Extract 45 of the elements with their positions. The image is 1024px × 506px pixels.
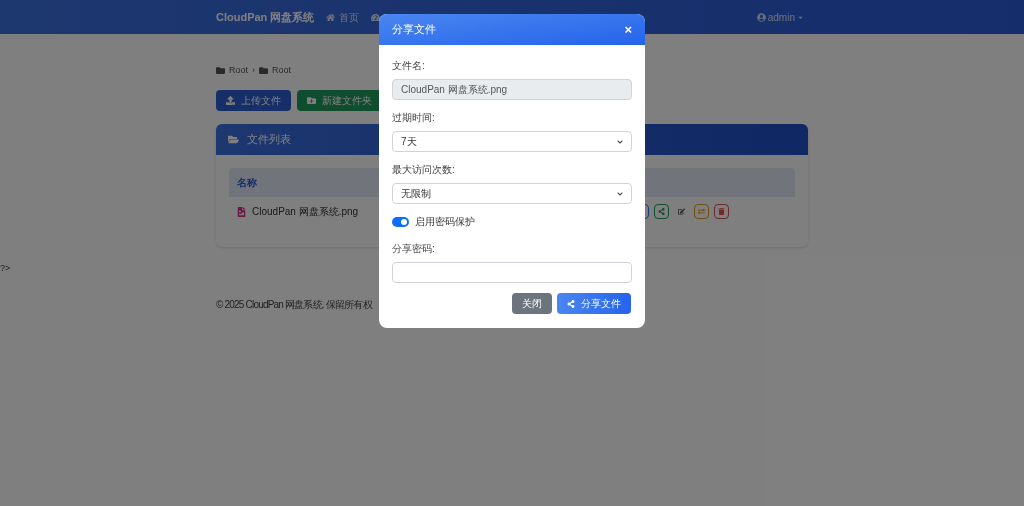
chevron-down-icon: [617, 190, 623, 197]
delete-button[interactable]: [714, 204, 729, 219]
field-label: 过期时间:: [392, 111, 436, 125]
share-icon: [567, 299, 575, 308]
select-field[interactable]: 无限制: [392, 183, 632, 204]
stray-text: ?>: [0, 262, 11, 275]
brand-logo-text[interactable]: CloudPan 网盘系统: [216, 8, 315, 26]
user-menu[interactable]: admin: [756, 9, 804, 25]
breadcrumb-link[interactable]: Root: [259, 64, 292, 78]
share-button[interactable]: [654, 204, 669, 219]
chevron-down-icon: [617, 138, 623, 145]
folder-plus-icon: [307, 95, 316, 105]
folder-icon: [259, 66, 268, 76]
card-title: 文件列表: [247, 131, 291, 147]
file-name: CloudPan 网盘系统.png: [252, 205, 359, 219]
field-label: 文件名:: [392, 59, 426, 73]
nav-link[interactable]: 首页: [326, 9, 360, 25]
swap-arrows-icon: [698, 208, 705, 215]
image-file-icon: [237, 206, 246, 217]
field-label: 最大访问次数:: [392, 163, 456, 177]
user-icon: [756, 12, 766, 22]
switch-label: 启用密码保护: [415, 215, 475, 229]
folder-icon: [228, 133, 239, 145]
folder-icon: [216, 66, 225, 76]
new-folder-button[interactable]: 新建文件夹: [297, 89, 382, 111]
home-icon: [326, 12, 336, 22]
select-field[interactable]: 7天: [392, 131, 632, 152]
close-button[interactable]: ×: [624, 23, 632, 36]
dialog-title: 分享文件: [392, 22, 436, 38]
breadcrumb-link[interactable]: Root: [216, 64, 248, 78]
input-field[interactable]: [392, 262, 632, 283]
trash-icon: [718, 208, 725, 215]
share-button[interactable]: 分享文件: [557, 293, 631, 314]
gauge-icon[interactable]: [371, 12, 381, 22]
upload-icon: [226, 95, 235, 105]
breadcrumb-separator: ›: [252, 64, 255, 77]
share-icon: [658, 208, 665, 215]
footer-text: © 2025 CloudPan 网盘系统. 保留所有权: [216, 298, 372, 310]
column-header: 名称: [237, 175, 257, 190]
close-dialog-button[interactable]: 关闭: [512, 293, 552, 314]
edit-icon: [678, 208, 685, 215]
upload-button[interactable]: 上传文件: [216, 89, 291, 111]
move-button[interactable]: [694, 204, 709, 219]
field-label: 分享密码:: [392, 242, 436, 256]
toggle-switch[interactable]: [392, 216, 409, 227]
